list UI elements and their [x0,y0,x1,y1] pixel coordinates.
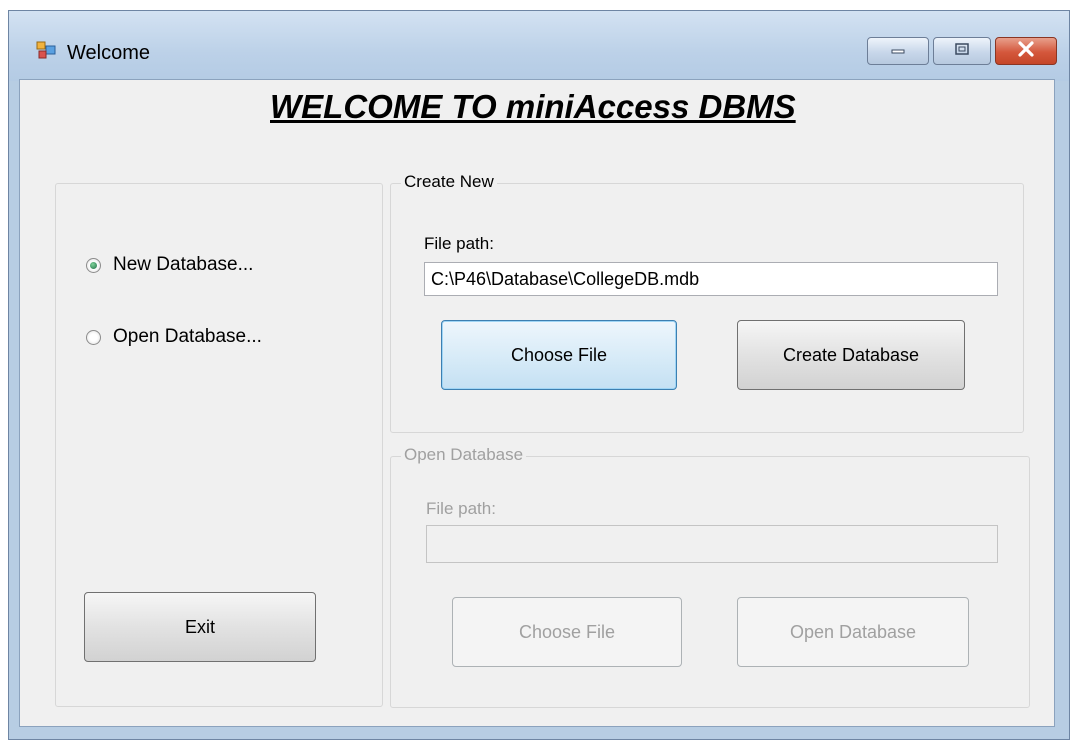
minimize-button[interactable] [867,37,929,65]
open-choose-file-button[interactable]: Choose File [452,597,682,667]
open-file-path-label: File path: [426,499,496,518]
exit-button[interactable]: Exit [84,592,316,662]
create-new-legend: Create New [401,172,497,192]
new-database-radio-circle[interactable] [86,257,101,273]
open-database-group: Open Database File path: Choose File Ope… [390,445,1030,708]
title-bar[interactable]: Welcome [9,11,1069,81]
radio-selected-dot [90,261,97,269]
create-choose-file-button[interactable]: Choose File [441,320,677,390]
open-database-radio-circle[interactable] [86,329,101,345]
open-file-path-input[interactable] [426,525,998,563]
open-database-radio-label[interactable]: Open Database... [113,326,262,348]
close-button[interactable] [995,37,1057,65]
welcome-window: Welcome WELCOME TO miniAccess DBMS New D… [8,10,1070,740]
open-database-button[interactable]: Open Database [737,597,969,667]
maximize-icon [954,42,970,61]
open-database-radio[interactable]: Open Database... [86,326,262,348]
close-icon [1017,40,1035,62]
create-file-path-input[interactable]: C:\P46\Database\CollegeDB.mdb [424,262,998,296]
new-database-radio-label[interactable]: New Database... [113,254,253,276]
minimize-icon [890,42,906,60]
app-window-icon [36,41,56,59]
mode-panel: New Database... Open Database... Exit [55,183,383,707]
create-new-group: Create New File path: C:\P46\Database\Co… [390,172,1024,433]
create-file-path-label: File path: [424,234,494,253]
new-database-radio[interactable]: New Database... [86,254,253,276]
maximize-button[interactable] [933,37,991,65]
create-database-button[interactable]: Create Database [737,320,965,390]
page-title: WELCOME TO miniAccess DBMS [270,88,796,125]
client-area: WELCOME TO miniAccess DBMS New Database.… [19,79,1055,727]
window-title: Welcome [67,42,150,64]
open-database-legend: Open Database [401,445,527,465]
